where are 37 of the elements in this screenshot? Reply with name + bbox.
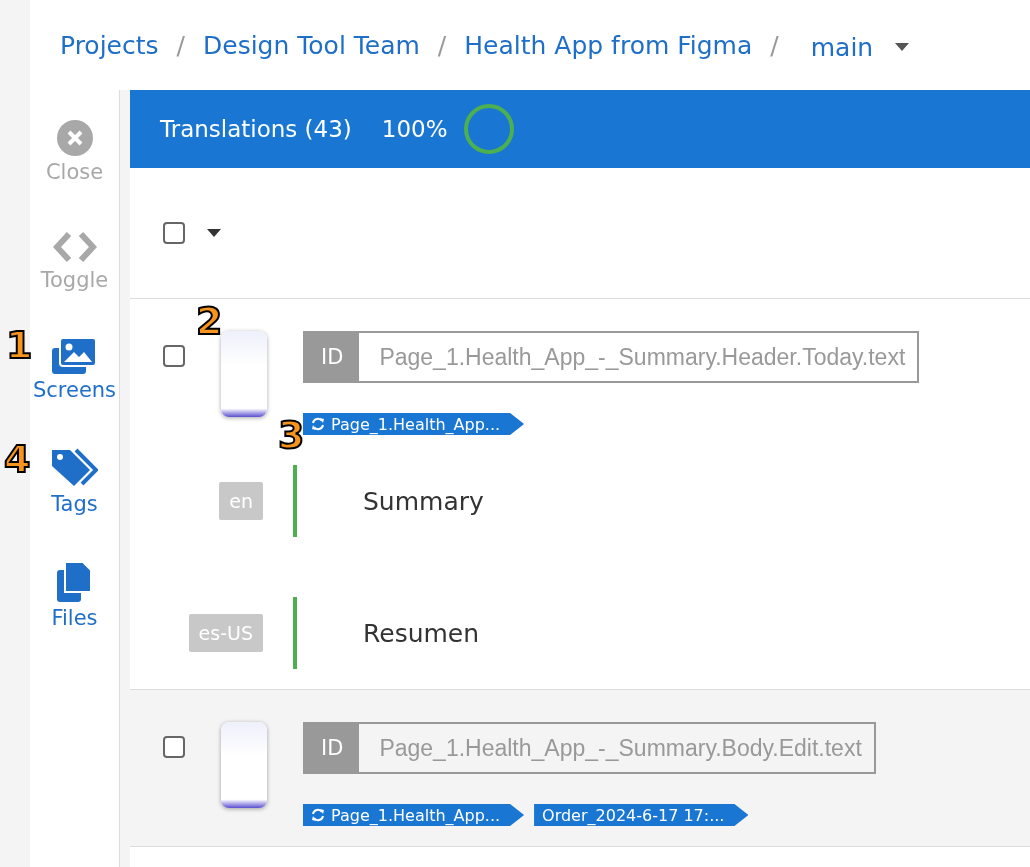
- sidebar-item[interactable]: Files: [51, 562, 98, 630]
- checkbox[interactable]: [163, 736, 185, 758]
- tags-icon: [51, 448, 98, 488]
- separator: /: [770, 30, 779, 60]
- files-icon: [56, 562, 93, 602]
- close-icon: [56, 120, 93, 156]
- sidebar-item[interactable]: Tags: [51, 448, 98, 516]
- progress-percent: 100%: [381, 116, 448, 142]
- screen-thumbnail[interactable]: [221, 722, 267, 808]
- panel-title: Translations (43): [160, 116, 352, 142]
- tag-label[interactable]: Page_1.Health_App...: [303, 804, 525, 826]
- callout-number: 1: [6, 326, 33, 364]
- caret-icon: [895, 43, 910, 51]
- sync-icon: [311, 417, 325, 431]
- caret-icon[interactable]: [207, 229, 221, 237]
- sync-icon: [311, 808, 325, 822]
- screen-thumbnail[interactable]: [221, 331, 267, 417]
- code-brackets-icon: [52, 230, 97, 264]
- checkbox[interactable]: [163, 222, 185, 244]
- callout-number: 2: [196, 302, 223, 340]
- tag-label[interactable]: Page_1.Health_App...: [303, 413, 525, 435]
- translation-text[interactable]: Resumen: [363, 618, 480, 648]
- callout-number: 4: [4, 440, 31, 478]
- separator: /: [176, 30, 185, 60]
- callout-number: 3: [278, 416, 305, 454]
- branch-dropdown[interactable]: main: [796, 32, 910, 62]
- tag-label[interactable]: Order_2024-6-17 17:...: [534, 804, 749, 826]
- separator: /: [437, 30, 447, 60]
- breadcrumb-link[interactable]: Health App from Figma: [464, 30, 753, 60]
- checkbox[interactable]: [163, 345, 185, 367]
- translation-text[interactable]: Summary: [363, 486, 484, 516]
- images-icon: [52, 338, 97, 374]
- sidebar-item[interactable]: Screens: [32, 338, 117, 402]
- breadcrumb-link[interactable]: Design Tool Team: [203, 30, 420, 60]
- id-field[interactable]: ID Page_1.Health_App_-_Summary.Body.Edit.text: [303, 722, 876, 774]
- breadcrumb-link[interactable]: Projects: [60, 30, 159, 60]
- id-field[interactable]: ID Page_1.Health_App_-_Summary.Header.Today.text: [303, 331, 920, 383]
